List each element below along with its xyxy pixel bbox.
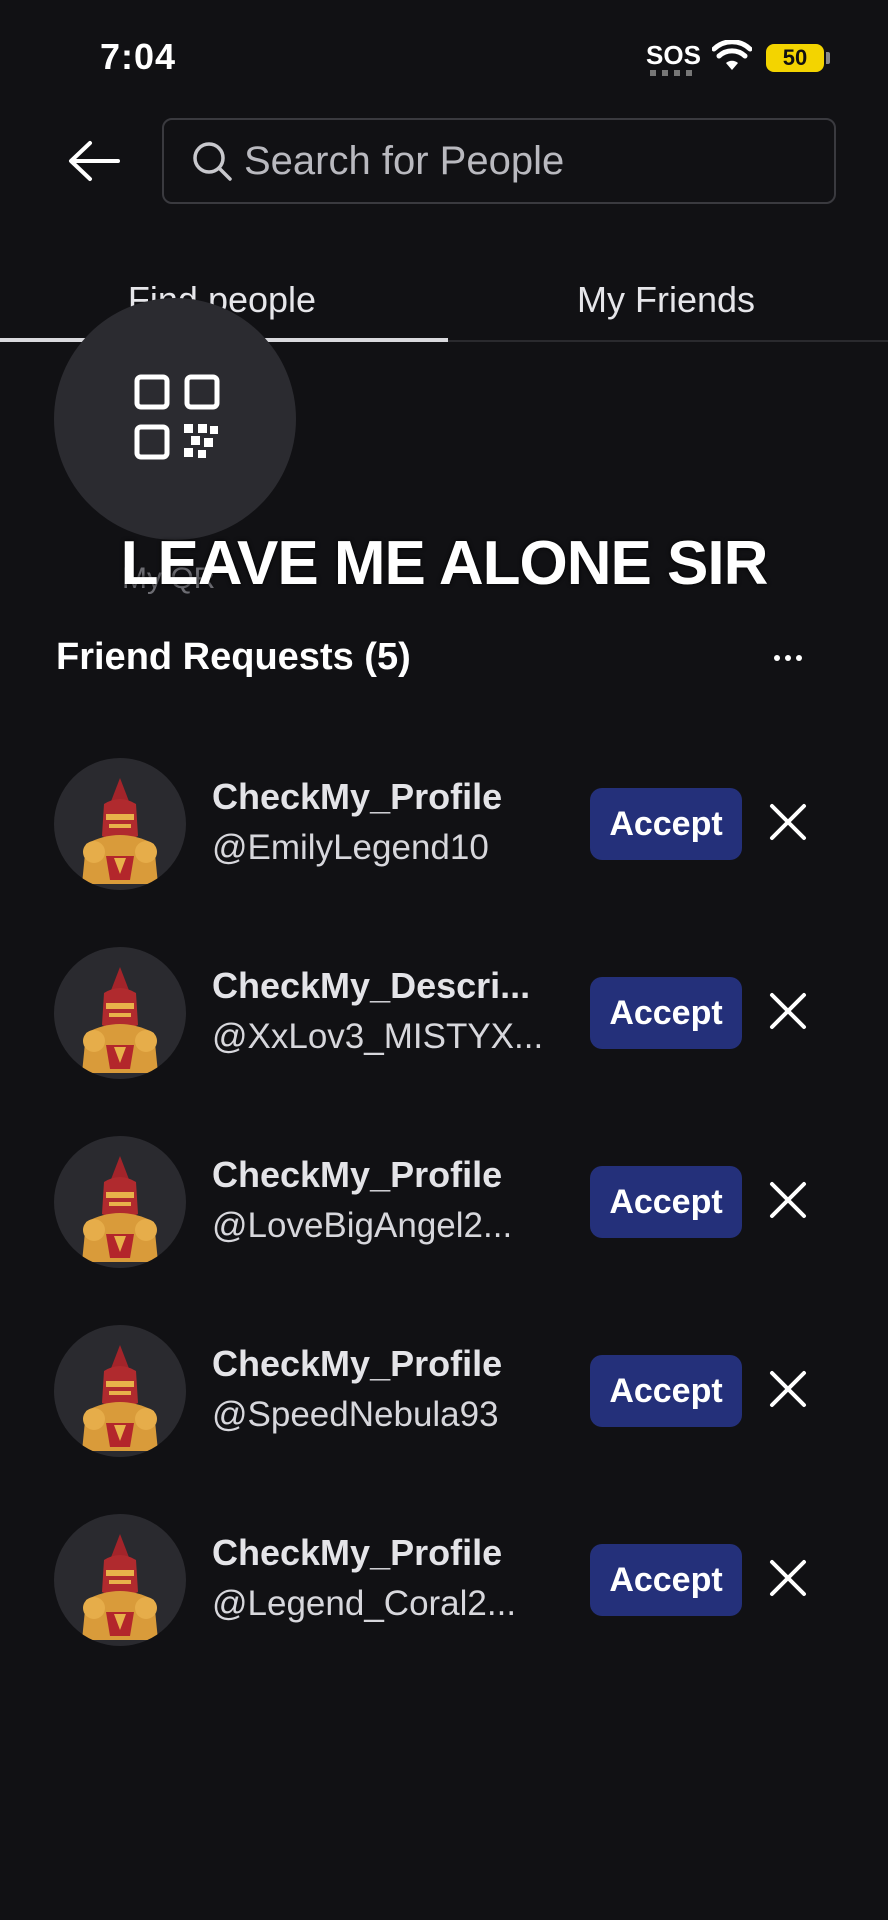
avatar-knight-image: [82, 1156, 158, 1262]
accept-button[interactable]: Accept: [590, 1355, 742, 1427]
friend-requests-title: Friend Requests (5): [56, 636, 411, 678]
request-username: @Legend_Coral2...: [212, 1584, 517, 1623]
avatar[interactable]: [54, 947, 186, 1079]
request-username: @EmilyLegend10: [212, 828, 489, 867]
accept-button[interactable]: Accept: [590, 977, 742, 1049]
avatar[interactable]: [54, 1325, 186, 1457]
request-username: @XxLov3_MISTYX...: [212, 1017, 544, 1056]
more-options-icon[interactable]: [764, 638, 812, 678]
my-qr-button[interactable]: [54, 298, 296, 540]
search-input[interactable]: Search for People: [162, 118, 836, 204]
request-display-name: CheckMy_Profile: [212, 1532, 503, 1573]
battery-level: 50: [782, 45, 808, 70]
avatar[interactable]: [54, 1136, 186, 1268]
avatar[interactable]: [54, 758, 186, 890]
search-placeholder: Search for People: [244, 138, 565, 183]
accept-button[interactable]: Accept: [590, 1544, 742, 1616]
decline-x-icon[interactable]: [766, 1556, 810, 1600]
avatar-knight-image: [82, 967, 158, 1073]
avatar[interactable]: [54, 1514, 186, 1646]
qr-code-icon: [134, 374, 220, 460]
signal-dots-icon: [650, 70, 692, 76]
accept-button[interactable]: Accept: [590, 788, 742, 860]
request-display-name: CheckMy_Profile: [212, 1343, 503, 1384]
avatar-knight-image: [82, 1534, 158, 1640]
decline-x-icon[interactable]: [766, 1367, 810, 1411]
status-bar: 7:04 SOS 50: [0, 0, 888, 110]
back-arrow-icon[interactable]: [66, 138, 122, 184]
decline-x-icon[interactable]: [766, 800, 810, 844]
friend-request-row: CheckMy_Descri... @XxLov3_MISTYX... Acce…: [0, 947, 888, 1107]
friend-request-row: CheckMy_Profile @Legend_Coral2... Accept: [0, 1514, 888, 1674]
tab-my-friends-label: My Friends: [576, 279, 756, 320]
search-icon: [193, 142, 232, 181]
request-username: @SpeedNebula93: [212, 1395, 499, 1434]
friend-request-row: CheckMy_Profile @LoveBigAngel2... Accept: [0, 1136, 888, 1296]
battery-icon: 50: [766, 44, 824, 72]
avatar-knight-image: [82, 1345, 158, 1451]
battery-tip: [826, 52, 830, 64]
request-display-name: CheckMy_Profile: [212, 776, 503, 817]
decline-x-icon[interactable]: [766, 1178, 810, 1222]
request-username: @LoveBigAngel2...: [212, 1206, 513, 1245]
request-display-name: CheckMy_Descri...: [212, 965, 531, 1006]
friend-request-row: CheckMy_Profile @EmilyLegend10 Accept: [0, 758, 888, 918]
friend-request-row: CheckMy_Profile @SpeedNebula93 Accept: [0, 1325, 888, 1485]
status-time: 7:04: [100, 36, 177, 77]
wifi-icon: [712, 40, 752, 70]
request-display-name: CheckMy_Profile: [212, 1154, 503, 1195]
avatar-knight-image: [82, 778, 158, 884]
sos-indicator: SOS: [646, 40, 701, 70]
video-caption-overlay: LEAVE ME ALONE SIR: [120, 529, 769, 598]
accept-button[interactable]: Accept: [590, 1166, 742, 1238]
tab-my-friends[interactable]: My Friends: [444, 258, 888, 342]
decline-x-icon[interactable]: [766, 989, 810, 1033]
